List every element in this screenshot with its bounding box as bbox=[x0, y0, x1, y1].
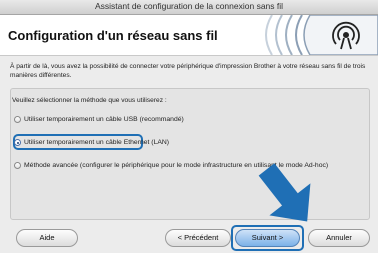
option-ethernet[interactable]: Utiliser temporairement un câble Etherne… bbox=[14, 139, 169, 146]
window-title: Assistant de configuration de la connexi… bbox=[94, 1, 284, 11]
option-ethernet-label: Utiliser temporairement un câble Etherne… bbox=[24, 139, 170, 146]
radio-advanced[interactable] bbox=[14, 162, 21, 169]
description-text: À partir de là, vous avez la possibilité… bbox=[10, 63, 366, 79]
option-usb[interactable]: Utiliser temporairement un câble USB (re… bbox=[14, 116, 184, 123]
option-usb-label: Utiliser temporairement un câble USB (re… bbox=[24, 116, 184, 123]
wizard-window: Assistant de configuration de la connexi… bbox=[0, 0, 378, 253]
pointer-arrow-icon bbox=[258, 163, 311, 222]
cancel-button[interactable]: Annuler bbox=[308, 229, 370, 247]
radio-usb[interactable] bbox=[14, 116, 21, 123]
selection-prompt: Veuillez sélectionner la méthode que vou… bbox=[12, 97, 167, 104]
title-bar: Assistant de configuration de la connexi… bbox=[0, 0, 378, 15]
wireless-logo-icon bbox=[265, 15, 378, 55]
help-button[interactable]: Aide bbox=[16, 229, 78, 247]
header-banner: Configuration d'un réseau sans fil bbox=[0, 15, 378, 56]
previous-button[interactable]: < Précédent bbox=[165, 229, 231, 247]
next-button[interactable]: Suivant > bbox=[235, 229, 300, 247]
page-title: Configuration d'un réseau sans fil bbox=[8, 28, 218, 43]
radio-ethernet[interactable] bbox=[14, 139, 21, 146]
